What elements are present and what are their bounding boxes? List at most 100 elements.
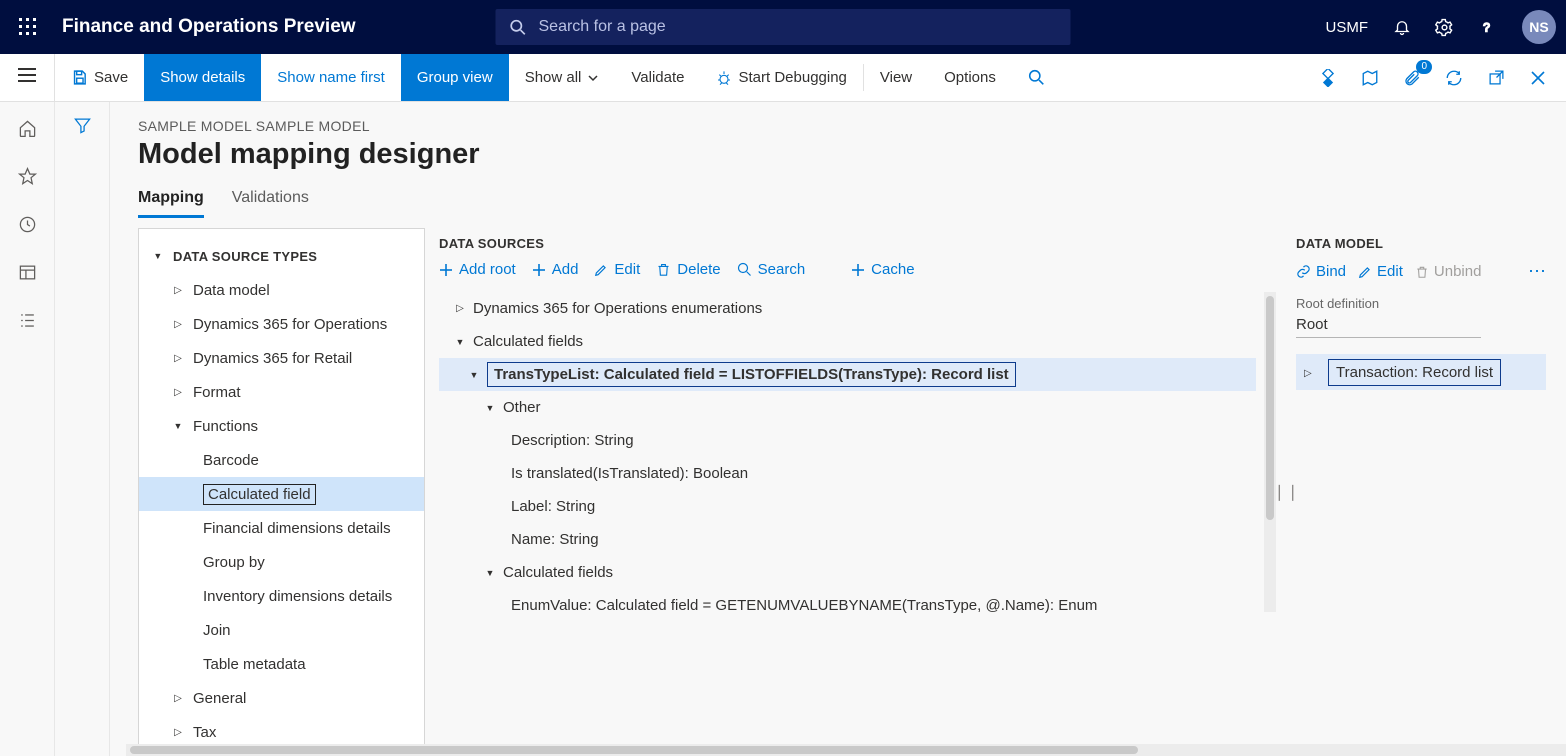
search-icon bbox=[737, 262, 752, 277]
map-icon[interactable] bbox=[1356, 64, 1384, 92]
data-sources-panel: DATA SOURCES Add root Add Edit Delete Se… bbox=[425, 228, 1276, 756]
dsources-header: DATA SOURCES bbox=[439, 236, 1276, 251]
dst-item-functions[interactable]: Functions bbox=[139, 409, 424, 443]
action-search[interactable] bbox=[1012, 54, 1061, 101]
close-icon[interactable] bbox=[1524, 64, 1552, 92]
start-debugging-button[interactable]: Start Debugging bbox=[700, 54, 862, 101]
help-icon[interactable]: ? bbox=[1474, 15, 1498, 39]
ds-row-enumvalue[interactable]: EnumValue: Calculated field = GETENUMVAL… bbox=[439, 589, 1256, 622]
edit-button[interactable]: Edit bbox=[594, 261, 640, 278]
view-button[interactable]: View bbox=[864, 54, 928, 101]
debug-icon bbox=[716, 70, 732, 86]
page-body: SAMPLE MODEL SAMPLE MODEL Model mapping … bbox=[0, 102, 1566, 756]
dst-item-barcode[interactable]: Barcode bbox=[139, 443, 424, 477]
filter-rail bbox=[55, 102, 110, 756]
ds-row-calcfields[interactable]: Calculated fields bbox=[439, 325, 1256, 358]
save-button[interactable]: Save bbox=[55, 54, 144, 101]
search-button[interactable]: Search bbox=[737, 261, 806, 278]
cache-button[interactable]: Cache bbox=[851, 261, 914, 278]
add-root-button[interactable]: Add root bbox=[439, 261, 516, 278]
diamond-icon[interactable] bbox=[1314, 64, 1342, 92]
show-all-label: Show all bbox=[525, 69, 582, 86]
modules-icon[interactable] bbox=[15, 308, 39, 332]
attach-icon[interactable]: 0 bbox=[1398, 64, 1426, 92]
actionbar: Save Show details Show name first Group … bbox=[0, 54, 1566, 102]
workspaces-icon[interactable] bbox=[15, 260, 39, 284]
home-icon[interactable] bbox=[15, 116, 39, 140]
ds-row-other[interactable]: Other bbox=[439, 391, 1256, 424]
dst-item-join[interactable]: Join bbox=[139, 613, 424, 647]
scrollbar-horizontal[interactable] bbox=[126, 744, 1566, 756]
tab-validations[interactable]: Validations bbox=[232, 189, 309, 218]
save-label: Save bbox=[94, 69, 128, 86]
trash-icon bbox=[1415, 265, 1429, 279]
show-name-first-button[interactable]: Show name first bbox=[261, 54, 401, 101]
root-definition-value[interactable]: Root bbox=[1296, 313, 1481, 338]
dst-item-d365-retail[interactable]: Dynamics 365 for Retail bbox=[139, 341, 424, 375]
plus-icon bbox=[439, 263, 453, 277]
dmodel-toolbar: Bind Edit Unbind ⋯ bbox=[1296, 261, 1546, 282]
dst-item-calculated-field[interactable]: Calculated field bbox=[139, 477, 424, 511]
dsources-tree: Dynamics 365 for Operations enumerations… bbox=[439, 292, 1276, 622]
ds-row-enum[interactable]: Dynamics 365 for Operations enumerations bbox=[439, 292, 1256, 325]
global-search[interactable] bbox=[496, 9, 1071, 45]
dst-item-fin-dim[interactable]: Financial dimensions details bbox=[139, 511, 424, 545]
dst-item-table-meta[interactable]: Table metadata bbox=[139, 647, 424, 681]
page-title: Model mapping designer bbox=[138, 138, 1566, 171]
app-launcher-icon[interactable] bbox=[14, 13, 42, 41]
dmodel-header: DATA MODEL bbox=[1296, 236, 1546, 251]
show-all-dropdown[interactable]: Show all bbox=[509, 54, 616, 101]
popout-icon[interactable] bbox=[1482, 64, 1510, 92]
ds-row-transtypelist[interactable]: TransTypeList: Calculated field = LISTOF… bbox=[439, 358, 1256, 391]
svg-text:?: ? bbox=[1483, 20, 1490, 34]
options-button[interactable]: Options bbox=[928, 54, 1012, 101]
ds-row-description[interactable]: Description: String bbox=[439, 424, 1256, 457]
edit-button[interactable]: Edit bbox=[1358, 263, 1403, 280]
gear-icon[interactable] bbox=[1432, 15, 1456, 39]
chevron-down-icon bbox=[587, 72, 599, 84]
filter-icon[interactable] bbox=[73, 116, 92, 756]
company-code[interactable]: USMF bbox=[1326, 19, 1369, 36]
pencil-icon bbox=[1358, 265, 1372, 279]
bell-icon[interactable] bbox=[1390, 15, 1414, 39]
dst-item-format[interactable]: Format bbox=[139, 375, 424, 409]
ds-row-label[interactable]: Label: String bbox=[439, 490, 1256, 523]
caret-icon[interactable] bbox=[151, 251, 165, 261]
recent-icon[interactable] bbox=[15, 212, 39, 236]
dstypes-header: DATA SOURCE TYPES bbox=[173, 249, 317, 264]
attach-badge: 0 bbox=[1416, 60, 1432, 74]
tabs: Mapping Validations bbox=[138, 189, 1566, 218]
validate-button[interactable]: Validate bbox=[615, 54, 700, 101]
add-button[interactable]: Add bbox=[532, 261, 579, 278]
search-input[interactable] bbox=[539, 18, 1057, 36]
group-view-button[interactable]: Group view bbox=[401, 54, 509, 101]
search-icon bbox=[1028, 69, 1045, 86]
unbind-button: Unbind bbox=[1415, 263, 1482, 280]
save-icon bbox=[71, 69, 88, 86]
scrollbar-vertical[interactable] bbox=[1264, 292, 1276, 612]
ds-row-name[interactable]: Name: String bbox=[439, 523, 1256, 556]
dst-item-d365-ops[interactable]: Dynamics 365 for Operations bbox=[139, 307, 424, 341]
hamburger-icon[interactable] bbox=[18, 68, 36, 87]
topbar: Finance and Operations Preview USMF ? NS bbox=[0, 0, 1566, 54]
plus-icon bbox=[851, 263, 865, 277]
dst-item-general[interactable]: General bbox=[139, 681, 424, 715]
root-definition-label: Root definition bbox=[1296, 296, 1546, 311]
show-details-button[interactable]: Show details bbox=[144, 54, 261, 101]
tab-mapping[interactable]: Mapping bbox=[138, 189, 204, 218]
star-icon[interactable] bbox=[15, 164, 39, 188]
delete-button[interactable]: Delete bbox=[656, 261, 720, 278]
ds-row-istranslated[interactable]: Is translated(IsTranslated): Boolean bbox=[439, 457, 1256, 490]
more-icon[interactable]: ⋯ bbox=[1528, 261, 1546, 282]
dst-item-data-model[interactable]: Data model bbox=[139, 273, 424, 307]
dm-row-transaction[interactable]: Transaction: Record list bbox=[1296, 354, 1546, 390]
dst-item-group-by[interactable]: Group by bbox=[139, 545, 424, 579]
avatar[interactable]: NS bbox=[1522, 10, 1556, 44]
refresh-icon[interactable] bbox=[1440, 64, 1468, 92]
dsources-toolbar: Add root Add Edit Delete Search Cache bbox=[439, 261, 1276, 278]
ds-row-calcfields2[interactable]: Calculated fields bbox=[439, 556, 1256, 589]
link-icon bbox=[1296, 264, 1311, 279]
panel-resizer[interactable]: ❘❘ bbox=[1276, 228, 1296, 756]
bind-button[interactable]: Bind bbox=[1296, 263, 1346, 280]
dst-item-inv-dim[interactable]: Inventory dimensions details bbox=[139, 579, 424, 613]
